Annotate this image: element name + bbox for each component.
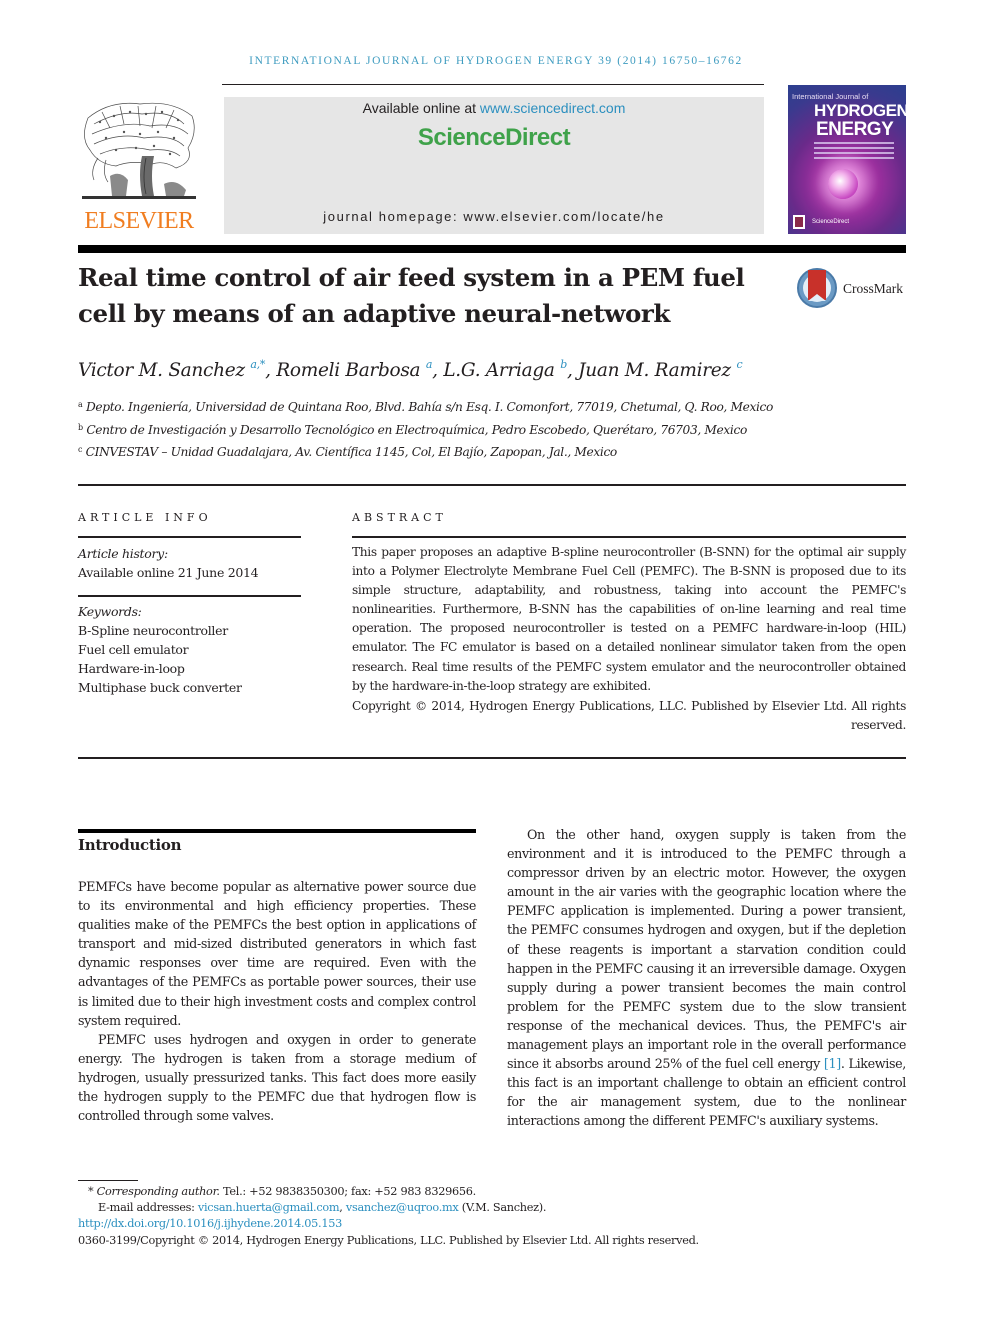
cover-orb-graphic — [828, 169, 858, 199]
author-name[interactable]: Juan M. Ramirez — [578, 360, 731, 381]
sciencedirect-logo[interactable]: ScienceDirect — [224, 124, 764, 152]
introduction-heading: Introduction — [78, 836, 182, 854]
affiliation-text: Centro de Investigación y Desarrollo Tec… — [86, 422, 747, 437]
keywords-divider — [78, 595, 301, 597]
author-separator: , — [265, 360, 277, 381]
email-note: E-mail addresses: vicsan.huerta@gmail.co… — [78, 1200, 908, 1216]
paragraph: PEMFC uses hydrogen and oxygen in order … — [78, 1031, 476, 1124]
keyword-item[interactable]: Fuel cell emulator — [78, 640, 242, 659]
footnotes: * Corresponding author. Tel.: +52 983835… — [78, 1184, 908, 1249]
email-owner: (V.M. Sanchez). — [458, 1200, 547, 1214]
issn-copyright: 0360-3199/Copyright © 2014, Hydrogen Ene… — [78, 1234, 699, 1248]
affiliation-item: c CINVESTAV – Unidad Guadalajara, Av. Ci… — [78, 440, 778, 463]
crossmark-ribbon-icon — [808, 270, 826, 301]
corresponding-author-note: * Corresponding author. Tel.: +52 983835… — [78, 1184, 908, 1200]
email-label: E-mail addresses: — [98, 1200, 198, 1214]
article-history: Article history: Available online 21 Jun… — [78, 544, 259, 582]
abstract-body: This paper proposes an adaptive B-spline… — [352, 545, 906, 693]
footnote-rule — [78, 1180, 138, 1181]
author-separator: , — [566, 360, 579, 381]
available-online-prefix: Available online at — [362, 100, 480, 116]
article-history-label: Article history: — [78, 546, 168, 561]
abstract-copyright: Copyright © 2014, Hydrogen Energy Public… — [352, 699, 906, 733]
affiliation-mark: a — [78, 400, 83, 409]
keywords-block: Keywords: B-Spline neurocontroller Fuel … — [78, 602, 242, 697]
email-separator: , — [339, 1200, 346, 1214]
running-head: International Journal of Hydrogen Energy… — [249, 55, 743, 67]
journal-homepage-link[interactable]: journal homepage: www.elsevier.com/locat… — [224, 209, 764, 224]
article-title: Real time control of air feed system in … — [78, 263, 745, 328]
author-list: Victor M. Sanchez a,*, Romeli Barbosa a,… — [78, 358, 908, 381]
author-affiliation-mark[interactable]: a,* — [250, 358, 265, 371]
header-top-rule — [222, 84, 764, 85]
affiliation-mark: b — [78, 422, 83, 432]
sciencedirect-header-box: Available online at www.sciencedirect.co… — [224, 97, 764, 234]
abstract-bottom-divider — [78, 757, 906, 759]
paragraph: On the other hand, oxygen supply is take… — [507, 825, 906, 1131]
footnote-mark: * — [88, 1185, 94, 1198]
affiliation-text: CINVESTAV – Unidad Guadalajara, Av. Cien… — [85, 445, 618, 459]
author-name[interactable]: Romeli Barbosa — [276, 360, 420, 381]
corresponding-author-label: Corresponding author. — [96, 1185, 220, 1198]
citation-link[interactable]: [1] — [824, 1056, 841, 1071]
email-link[interactable]: vicsan.huerta@gmail.com — [198, 1201, 340, 1214]
keyword-item[interactable]: Hardware-in-loop — [78, 659, 242, 678]
introduction-right-column: On the other hand, oxygen supply is take… — [507, 825, 906, 1131]
paragraph-text: On the other hand, oxygen supply is take… — [507, 827, 906, 1072]
article-info-divider — [78, 536, 301, 538]
introduction-rule — [78, 829, 476, 833]
email-link[interactable]: vsanchez@uqroo.mx — [346, 1201, 459, 1214]
affiliation-item: a Depto. Ingeniería, Universidad de Quin… — [78, 395, 778, 418]
cover-hydrogen-title: HYDROGEN — [814, 101, 906, 120]
article-history-value: Available online 21 June 2014 — [78, 565, 259, 580]
author-name[interactable]: Victor M. Sanchez — [78, 360, 245, 381]
abstract-heading: ABSTRACT — [352, 511, 447, 524]
author-separator: , — [432, 360, 444, 381]
header-thick-rule — [78, 245, 906, 253]
article-info-heading: ARTICLE INFO — [78, 511, 212, 524]
cover-journal-line: International Journal of — [792, 92, 869, 101]
affiliation-divider — [78, 484, 906, 486]
sciencedirect-link[interactable]: www.sciencedirect.com — [480, 100, 626, 116]
paragraph: PEMFCs have become popular as alternativ… — [78, 879, 476, 1028]
author-affiliation-mark[interactable]: b — [560, 358, 567, 371]
cover-editor-lines — [814, 142, 894, 162]
introduction-left-column: PEMFCs have become popular as alternativ… — [78, 877, 476, 1125]
keywords-label: Keywords: — [78, 604, 142, 619]
author-name[interactable]: L.G. Arriaga — [443, 360, 555, 381]
crossmark-button[interactable]: CrossMark — [797, 266, 912, 310]
available-online-line: Available online at www.sciencedirect.co… — [224, 100, 764, 116]
cover-footer: ScienceDirect — [812, 219, 850, 225]
keyword-item[interactable]: Multiphase buck converter — [78, 678, 242, 697]
affiliation-text: Depto. Ingeniería, Universidad de Quinta… — [85, 400, 774, 414]
abstract-divider — [352, 536, 906, 538]
author-affiliation-mark[interactable]: c — [736, 358, 742, 371]
keyword-item[interactable]: B-Spline neurocontroller — [78, 621, 242, 640]
cover-publisher-badge-icon — [793, 215, 805, 229]
affiliation-item: b Centro de Investigación y Desarrollo T… — [78, 418, 778, 441]
elsevier-tree-icon — [80, 98, 198, 208]
contact-info: Tel.: +52 9838350300; fax: +52 983 83296… — [219, 1185, 476, 1198]
journal-cover-image: International Journal of HYDROGEN ENERGY… — [788, 85, 906, 234]
affiliation-mark: c — [78, 445, 83, 454]
crossmark-label: CrossMark — [843, 281, 903, 296]
affiliations: a Depto. Ingeniería, Universidad de Quin… — [78, 395, 778, 463]
doi-link[interactable]: http://dx.doi.org/10.1016/j.ijhydene.201… — [78, 1216, 908, 1232]
elsevier-wordmark: ELSEVIER — [84, 208, 194, 234]
elsevier-logo: ELSEVIER — [78, 98, 200, 236]
cover-energy-title: ENERGY — [816, 119, 894, 140]
